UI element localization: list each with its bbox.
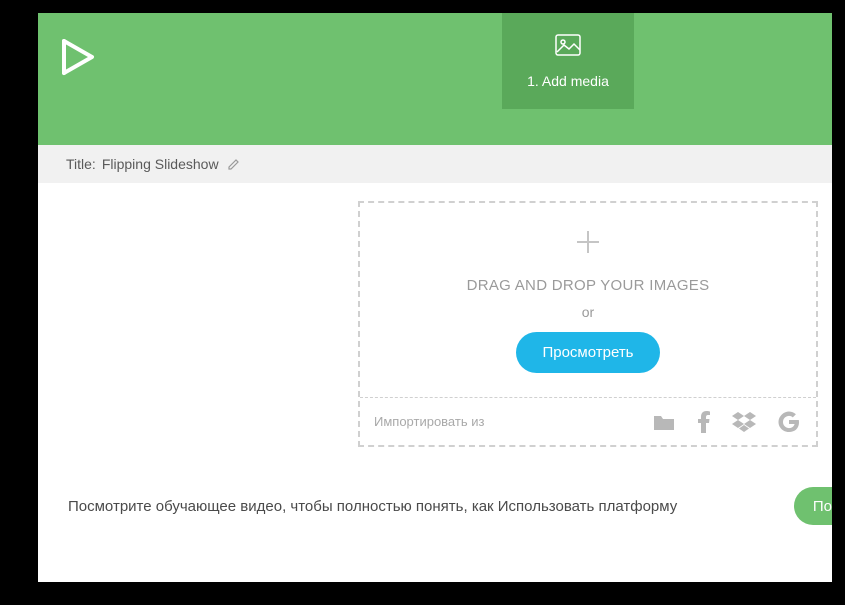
browse-button[interactable]: Просмотреть [516,332,659,373]
import-label: Импортировать из [374,414,652,429]
app-logo-icon [56,35,100,84]
title-label: Title: [66,156,96,172]
step-tab-label: 1. Add media [527,73,609,89]
dropzone-upper: DRAG AND DROP YOUR IMAGES or Просмотреть [360,203,816,397]
tutorial-button[interactable]: По [794,487,832,525]
app-header: 1. Add media [38,13,832,145]
tutorial-text: Посмотрите обучающее видео, чтобы полнос… [68,498,794,515]
dropzone[interactable]: DRAG AND DROP YOUR IMAGES or Просмотреть… [358,201,818,447]
import-row: Импортировать из [360,397,816,445]
step-tab-add-media[interactable]: 1. Add media [502,13,634,109]
title-bar: Title: Flipping Slideshow [38,145,832,183]
plus-icon [574,228,602,261]
facebook-icon[interactable] [698,411,710,433]
google-icon[interactable] [778,411,800,433]
dropzone-text: DRAG AND DROP YOUR IMAGES [467,277,710,294]
dropzone-or: or [582,304,594,320]
folder-icon[interactable] [652,412,676,432]
title-value: Flipping Slideshow [102,156,219,172]
tutorial-row: Посмотрите обучающее видео, чтобы полнос… [68,487,832,525]
dropbox-icon[interactable] [732,412,756,432]
edit-title-icon[interactable] [227,157,241,171]
image-icon [555,34,581,61]
